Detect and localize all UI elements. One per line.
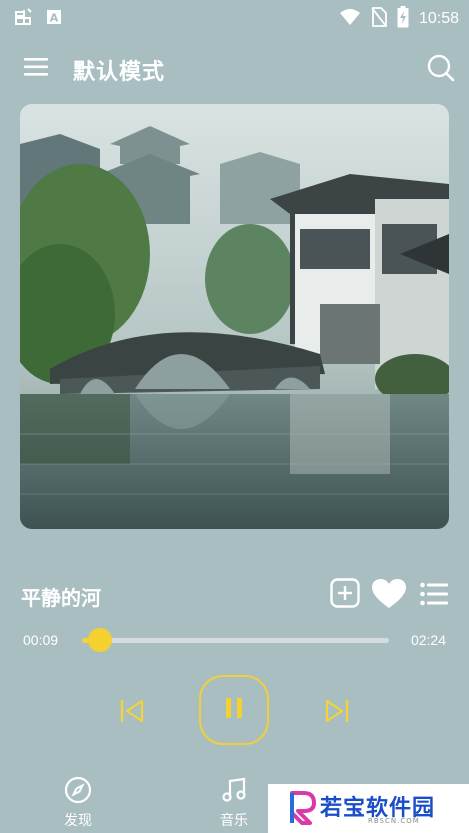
pause-button[interactable] <box>199 675 269 745</box>
watermark-logo-icon <box>288 791 316 829</box>
nav-label-discover: 发现 <box>64 813 92 829</box>
current-time: 00:09 <box>23 632 59 648</box>
a-box-icon: A <box>46 9 62 29</box>
playback-controls <box>0 672 469 752</box>
nav-item-music[interactable]: 音乐 <box>199 776 269 830</box>
compass-icon <box>64 776 92 808</box>
progress-knob[interactable] <box>88 628 113 652</box>
song-title: 平静的河 <box>21 586 101 610</box>
battery-charging-icon <box>397 6 409 32</box>
status-time: 10:58 <box>418 10 459 27</box>
nav-item-discover[interactable]: 发现 <box>43 776 113 830</box>
pause-icon <box>223 697 245 723</box>
page-title: 默认模式 <box>73 60 166 85</box>
no-sim-icon <box>371 7 387 31</box>
music-note-icon <box>220 777 248 808</box>
status-left: A <box>12 6 62 32</box>
skip-previous-icon[interactable] <box>119 698 145 724</box>
heart-icon[interactable] <box>371 578 407 610</box>
playlist-icon[interactable] <box>420 582 448 606</box>
total-time: 02:24 <box>410 632 446 648</box>
bug-icon <box>12 6 34 32</box>
hamburger-menu-icon[interactable] <box>24 58 48 76</box>
wifi-icon <box>339 8 361 30</box>
album-cover-image <box>20 104 449 529</box>
progress-track[interactable] <box>82 628 389 652</box>
status-bar: A 10:58 <box>0 0 469 34</box>
skip-next-icon[interactable] <box>324 698 350 724</box>
song-info-row: 平静的河 <box>0 574 469 614</box>
album-cover <box>20 104 449 529</box>
watermark: 若宝软件园 RBSCN.COM <box>268 784 469 833</box>
watermark-subtext: RBSCN.COM <box>368 817 420 825</box>
search-icon[interactable] <box>427 54 455 82</box>
add-icon[interactable] <box>330 578 360 608</box>
app-header: 默认模式 <box>0 48 469 88</box>
svg-text:A: A <box>50 12 59 25</box>
progress-row: 00:09 02:24 <box>0 625 469 655</box>
nav-label-music: 音乐 <box>220 813 248 829</box>
status-right: 10:58 <box>339 6 459 32</box>
